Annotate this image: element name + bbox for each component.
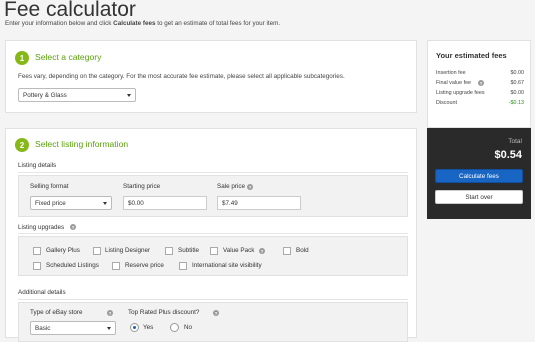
fee-label: Final value fee xyxy=(436,80,472,86)
listing-upgrades-box: Gallery Plus Listing Designer Subtitle V… xyxy=(18,236,408,276)
total-panel: Total $0.54 Calculate fees Start over xyxy=(427,128,531,219)
category-description: Fees vary, depending on the category. Fo… xyxy=(18,73,345,80)
selling-format-value: Fixed price xyxy=(35,199,66,207)
value-pack-checkbox[interactable] xyxy=(210,247,218,255)
store-type-label: Type of eBay store xyxy=(30,309,83,316)
category-select[interactable]: Pottery & Glass xyxy=(18,88,136,102)
upgrade-label: Gallery Plus xyxy=(46,247,80,254)
fee-value: -$0.13 xyxy=(508,100,524,106)
total-value: $0.54 xyxy=(494,149,522,161)
fee-row-discount: Discount -$0.13 xyxy=(428,100,530,109)
fee-label: Discount xyxy=(436,100,457,106)
sale-price-label: Sale price xyxy=(217,183,246,190)
divider xyxy=(18,233,408,234)
fee-label: Insertion fee xyxy=(436,70,466,76)
intro-prefix: Enter your information below and click xyxy=(5,20,114,27)
step1-number: 1 xyxy=(15,51,29,65)
upgrade-label: Listing Designer xyxy=(105,247,151,254)
help-icon[interactable]: ? xyxy=(213,310,219,316)
estimate-title: Your estimated fees xyxy=(436,51,507,60)
chevron-down-icon xyxy=(103,202,107,205)
starting-price-input[interactable]: $0.00 xyxy=(123,196,207,210)
divider xyxy=(18,299,408,300)
divider xyxy=(18,172,408,173)
store-type-value: Basic xyxy=(35,324,51,332)
listing-designer-checkbox[interactable] xyxy=(93,247,101,255)
store-type-select[interactable]: Basic xyxy=(30,321,116,335)
intro-text: Enter your information below and click C… xyxy=(5,20,280,27)
additional-details-box: Type of eBay store ? Basic Top Rated Plu… xyxy=(18,302,408,342)
step2-panel: 2 Select listing information Listing det… xyxy=(5,128,417,342)
bold-checkbox[interactable] xyxy=(283,247,291,255)
starting-price-label: Starting price xyxy=(123,183,161,190)
estimate-panel: Your estimated fees Insertion fee $0.00 … xyxy=(427,40,531,128)
sale-price-input[interactable]: $7.49 xyxy=(217,196,301,210)
listing-upgrades-label: Listing upgrades xyxy=(18,224,65,231)
selling-format-label: Selling format xyxy=(30,183,69,190)
upgrade-label: Bold xyxy=(296,247,309,254)
category-select-value: Pottery & Glass xyxy=(23,91,67,99)
chevron-down-icon xyxy=(127,94,131,97)
listing-details-label: Listing details xyxy=(18,162,57,169)
no-label: No xyxy=(184,324,193,331)
step2-title: Select listing information xyxy=(35,139,129,149)
help-icon[interactable]: ? xyxy=(478,80,484,86)
upgrade-label: Value Pack xyxy=(223,247,255,254)
intro-suffix: to get an estimate of total fees for you… xyxy=(155,20,281,27)
help-icon[interactable]: ? xyxy=(259,248,265,254)
step2-number: 2 xyxy=(15,138,29,152)
page-title: Fee calculator xyxy=(4,0,136,21)
selling-format-select[interactable]: Fixed price xyxy=(30,196,112,210)
fee-value: $0.67 xyxy=(510,80,525,86)
upgrade-label: Subtitle xyxy=(178,247,200,254)
upgrade-label: Scheduled Listings xyxy=(46,262,99,269)
yes-label: Yes xyxy=(143,324,154,331)
fee-value: $0.00 xyxy=(510,70,525,76)
listing-details-box: Selling format Fixed price Starting pric… xyxy=(18,175,408,217)
fee-row-final-value: Final value fee ? $0.67 xyxy=(428,80,530,89)
fee-row-upgrades: Listing upgrade fees $0.00 xyxy=(428,90,530,99)
international-visibility-checkbox[interactable] xyxy=(179,262,187,270)
help-icon[interactable]: ? xyxy=(107,310,113,316)
help-icon[interactable]: ? xyxy=(247,184,253,190)
top-rated-label: Top Rated Plus discount? xyxy=(128,309,200,316)
calculate-fees-button[interactable]: Calculate fees xyxy=(435,169,523,183)
fee-label: Listing upgrade fees xyxy=(436,90,485,96)
step1-title: Select a category xyxy=(35,52,102,62)
chevron-down-icon xyxy=(107,327,111,330)
scheduled-listings-checkbox[interactable] xyxy=(33,262,41,270)
fee-row-insertion: Insertion fee $0.00 xyxy=(428,70,530,79)
total-label: Total xyxy=(508,138,522,145)
help-icon[interactable]: ? xyxy=(70,224,76,230)
upgrade-label: Reserve price xyxy=(125,262,164,269)
upgrade-label: International site visibility xyxy=(192,262,262,269)
step1-panel: 1 Select a category Fees vary, depending… xyxy=(5,40,417,113)
additional-details-label: Additional details xyxy=(18,289,66,296)
start-over-button[interactable]: Start over xyxy=(435,190,523,204)
intro-bold: Calculate fees xyxy=(113,20,156,27)
reserve-price-checkbox[interactable] xyxy=(112,262,120,270)
fee-value: $0.00 xyxy=(510,90,525,96)
subtitle-checkbox[interactable] xyxy=(165,247,173,255)
gallery-plus-checkbox[interactable] xyxy=(33,247,41,255)
